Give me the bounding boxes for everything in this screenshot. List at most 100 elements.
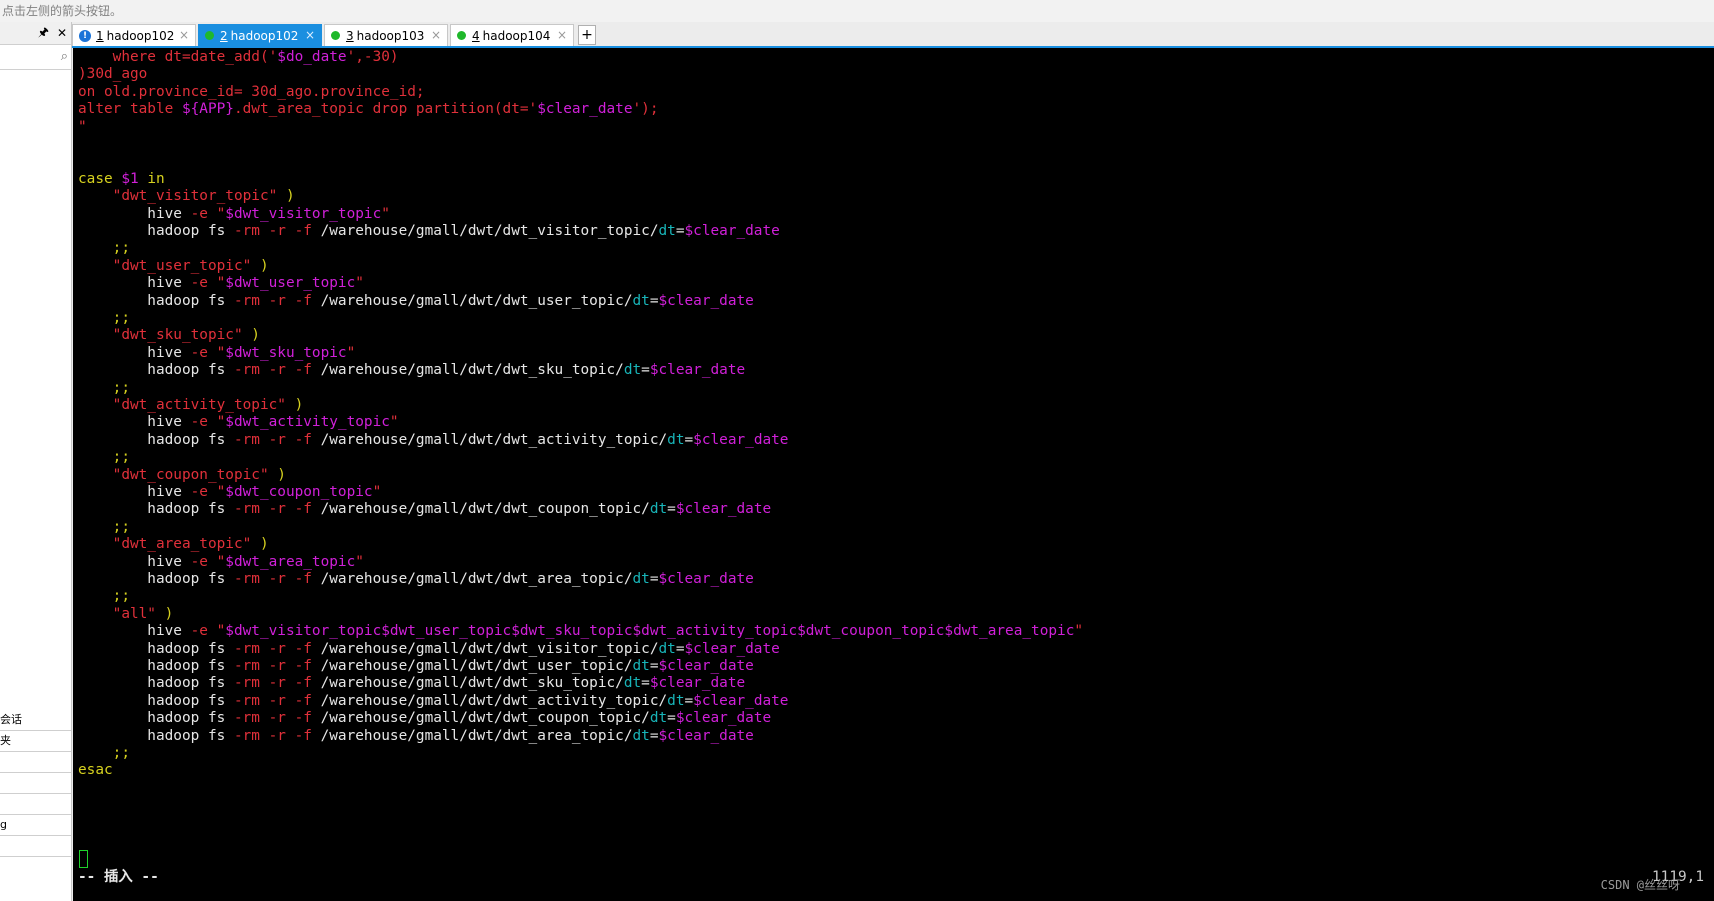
tab-close-icon[interactable]: × [557,28,567,42]
code-token: = [649,571,659,587]
code-token: = [649,658,659,674]
sidebar-list: 会话夹 g [0,710,71,857]
code-line: hadoop fs -rm -r -f /warehouse/gmall/dwt… [78,727,754,746]
sidebar-item[interactable] [0,794,71,815]
code-token: hadoop fs [78,223,234,239]
code-token: -rm -r -f [233,640,312,657]
code-line: "dwt_activity_topic" ) [78,396,304,415]
code-line: ;; [78,379,130,398]
code-token: -e [190,275,208,292]
new-tab-button[interactable]: + [578,25,596,45]
code-token: $dwt_sku_topic [225,344,347,361]
tab-bar: ! 1 hadoop102 × 2 hadoop102 × 3 hadoop103 × 4 hadoo… [72,22,1714,48]
tab-close-icon[interactable]: × [305,28,315,42]
code-token: $do_date [277,49,347,65]
code-token: hadoop fs [78,675,234,692]
code-token: $clear_date [658,292,754,309]
sidebar-search[interactable]: ⌕ [0,45,71,70]
sidebar-item[interactable] [0,836,71,857]
code-token: ;; [78,745,130,761]
code-token: = [684,692,694,709]
code-token: " [207,553,226,570]
pin-icon[interactable]: 🖈 [38,23,49,44]
code-token: " [207,344,226,361]
tab-1[interactable]: ! 1 hadoop102 × [72,24,196,46]
code-line: hadoop fs -rm -r -f /warehouse/gmall/dwt… [78,292,754,311]
code-line: hadoop fs -rm -r -f /warehouse/gmall/dwt… [78,674,745,693]
sidebar-item[interactable]: 夹 [0,731,71,752]
code-token: $clear_date [658,727,754,744]
tab-number: 1 [96,28,104,43]
hint-bar: 点击左侧的箭头按钮。 [0,0,1714,22]
code-token: case [78,170,122,187]
code-line: where dt=date_add('$do_date',-30) [78,48,399,67]
code-token: dt [667,431,685,448]
code-token: "dwt_sku_topic" [78,327,243,344]
code-token: -e [190,484,208,500]
code-token: hadoop fs [78,431,234,448]
code-token: ;; [78,449,130,466]
code-line: on old.province_id= 30d_ago.province_id; [78,83,425,102]
code-token: ',-30) [346,49,399,65]
code-token: $clear_date [684,223,780,239]
code-token: ;; [78,379,130,396]
tab-label: hadoop102 [106,28,175,43]
code-line: ;; [78,448,130,467]
code-token: on old.province_id= 30d_ago.province_id; [78,83,425,100]
code-token: $dwt_user_topic [225,275,356,292]
code-line: alter table ${APP}.dwt_area_topic drop p… [78,100,659,119]
code-token: dt [632,571,650,587]
code-token: ;; [78,518,130,535]
code-token: ) [285,397,304,413]
code-token: $dwt_activity_topic [225,414,390,431]
terminal-area[interactable]: -- 插入 -- 1119,1 CSDN @丝丝呀 where dt=date_… [73,48,1714,901]
code-token: = [675,223,685,239]
tab-2[interactable]: 2 hadoop102 × [198,24,322,46]
code-token: hive [78,344,191,361]
code-token: dt [649,710,668,727]
code-token: /warehouse/gmall/dwt/dwt_sku_topic/ [311,362,624,379]
code-line: hive -e "$dwt_sku_topic" [78,344,355,363]
tab-close-icon[interactable]: × [179,28,189,42]
code-token: -rm -r -f [233,675,312,692]
code-token: "dwt_area_topic" [78,536,252,553]
tab-4[interactable]: 4 hadoop104 × [450,24,574,46]
code-line: hive -e "$dwt_visitor_topic" [78,205,390,224]
close-icon[interactable]: ✕ [57,26,67,40]
tab-close-icon[interactable]: × [431,28,441,42]
code-token: /warehouse/gmall/dwt/dwt_user_topic/ [311,658,633,674]
tab-3[interactable]: 3 hadoop103 × [324,24,448,46]
code-line: "dwt_user_topic" ) [78,257,269,276]
code-line: hive -e "$dwt_visitor_topic$dwt_user_top… [78,622,1083,641]
code-line: hadoop fs -rm -r -f /warehouse/gmall/dwt… [78,692,788,711]
code-token: hadoop fs [78,640,234,657]
tab-number: 4 [472,28,480,43]
code-token: $clear_date [649,675,746,692]
sidebar-item[interactable] [0,752,71,773]
code-token: " [355,553,364,570]
code-token: = [667,501,676,518]
code-token: dt [632,292,650,309]
code-token: " [207,484,226,500]
code-token: -e [190,414,208,431]
code-token: $clear_date [658,658,754,674]
code-token: "all" [78,605,156,622]
connected-status-icon [205,31,214,40]
code-token: $dwt_visitor_topic [225,205,382,222]
connected-status-icon [331,31,340,40]
sidebar-item[interactable] [0,773,71,794]
code-token: $clear_date [693,692,789,709]
code-token: /warehouse/gmall/dwt/dwt_coupon_topic/ [311,710,650,727]
code-token: -rm -r -f [233,571,312,587]
code-token: hive [78,414,191,431]
code-token: " [78,118,87,135]
code-token: = [667,710,676,727]
code-token: where dt=date_add(' [78,49,278,65]
code-token: '); [632,101,659,118]
search-icon[interactable]: ⌕ [61,49,68,64]
sidebar-item[interactable]: 会话 [0,710,71,731]
code-token: hive [78,553,191,570]
sidebar-item[interactable]: g [0,815,71,836]
code-line: " [78,118,87,137]
code-token: /warehouse/gmall/dwt/dwt_activity_topic/ [311,692,668,709]
